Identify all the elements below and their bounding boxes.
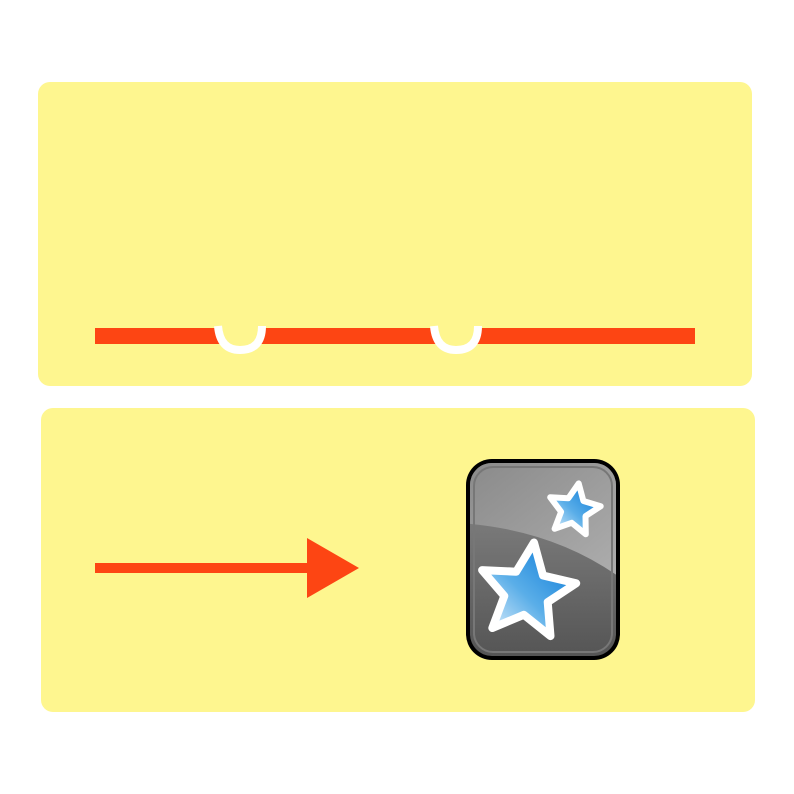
anki-card-stars-icon — [466, 459, 620, 660]
top-panel — [38, 82, 752, 386]
bottom-panel — [41, 408, 755, 712]
diagram-canvas — [38, 82, 755, 712]
